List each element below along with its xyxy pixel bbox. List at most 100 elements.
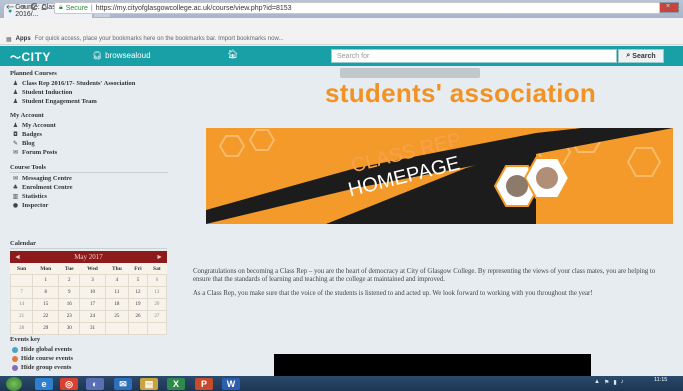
calendar-day[interactable]: 2 [58, 274, 81, 287]
browsealoud-label: browsealoud [105, 51, 151, 60]
events-key-heading: Events key [10, 336, 41, 343]
chrome-icon[interactable]: ◎ [60, 378, 78, 390]
sidebar-item-enrolment-centre[interactable]: ♣ Enrolment Centre [12, 184, 168, 191]
calendar-day[interactable]: 9 [58, 286, 81, 299]
bookmark-star-icon[interactable]: ☆ [664, 3, 672, 13]
back-button[interactable]: ← [6, 2, 14, 13]
calendar-day[interactable]: 15 [32, 298, 60, 311]
calendar-day[interactable]: 14 [9, 298, 34, 311]
sidebar-item-student-induction[interactable]: ♟ Student Induction [12, 89, 168, 96]
reload-button[interactable]: C [30, 2, 37, 13]
sidebar-item-blog[interactable]: ✎ Blog [12, 140, 168, 147]
address-bar[interactable]: 🔒︎ Secure | https://my.cityofglasgowcoll… [54, 2, 660, 14]
sidebar-item-my-account[interactable]: ♟ My Account [12, 122, 168, 129]
day-name: Mon [40, 265, 52, 272]
calendar-day[interactable]: 26 [128, 310, 148, 323]
intro-paragraph-2: As a Class Rep, you make sure that the v… [193, 289, 593, 297]
calendar-day[interactable]: 23 [58, 310, 81, 323]
city-logo[interactable]: 〜CITY [10, 49, 51, 65]
calendar-day[interactable]: 3 [79, 274, 106, 287]
sidebar-item-engagement-team[interactable]: ♟ Student Engagement Team [12, 98, 168, 105]
hide-course-events-link[interactable]: Hide course events [12, 355, 170, 362]
calendar-day[interactable]: 1 [32, 274, 60, 287]
browser-toolbar [0, 18, 683, 35]
calendar-day[interactable]: 10 [79, 286, 106, 299]
calendar: ◄ May 2017 ► Sun Mon Tue Wed Thu Fri Sat… [9, 251, 168, 335]
calendar-grid: Sun Mon Tue Wed Thu Fri Sat 1 2 3 4 5 6 7 8 9 10 1… [9, 263, 168, 335]
search-input[interactable]: Search for [331, 49, 617, 63]
tray-arrow-icon[interactable]: ▲ [594, 379, 600, 386]
calendar-day [9, 274, 34, 287]
calendar-day[interactable]: 16 [58, 298, 81, 311]
calendar-day[interactable]: 17 [79, 298, 106, 311]
browser-menu-icon[interactable]: ⋮ [674, 3, 683, 13]
sidebar-item-messaging-centre[interactable]: ✉ Messaging Centre [12, 175, 168, 182]
association-logo-graphic [340, 68, 480, 78]
home-button[interactable]: ⌂ [41, 2, 47, 13]
hide-global-events-link[interactable]: Hide global events [12, 346, 170, 353]
tray-network-icon[interactable]: ▮ [613, 379, 616, 386]
forward-button[interactable]: → [18, 2, 26, 13]
calendar-heading: Calendar [10, 240, 167, 249]
sidebar-item-badges[interactable]: ◘ Badges [12, 131, 168, 138]
sidebar-item-class-rep[interactable]: ♟ Class Rep 2016/17- Students' Associatio… [12, 80, 168, 87]
excel-icon[interactable]: X [167, 378, 185, 390]
forum-icon: ✉ [12, 149, 19, 156]
enrol-icon: ♣ [12, 184, 19, 191]
calendar-heading-wrap: Calendar [10, 240, 167, 249]
calendar-day[interactable]: 18 [104, 298, 130, 311]
calendar-day[interactable]: 27 [146, 310, 168, 323]
clock-time: 11:15 [654, 377, 668, 383]
tray-flag-icon[interactable]: ⚑ [604, 379, 609, 386]
calendar-day[interactable]: 8 [32, 286, 60, 299]
word-icon[interactable]: W [222, 378, 240, 390]
video-player[interactable] [274, 354, 591, 376]
calendar-day[interactable]: 28 [9, 322, 34, 335]
calendar-day[interactable]: 25 [104, 310, 130, 323]
start-button[interactable] [6, 377, 22, 391]
app-icon[interactable]: ◐ [86, 378, 104, 390]
calendar-day[interactable]: 21 [9, 310, 34, 323]
home-icon[interactable]: 🏠︎ [227, 50, 238, 60]
calendar-day[interactable]: 20 [146, 298, 168, 311]
prev-month-icon[interactable]: ◄ [14, 253, 21, 261]
powerpoint-icon[interactable]: P [195, 378, 213, 390]
calendar-day[interactable]: 5 [128, 274, 148, 287]
global-events-icon [12, 346, 18, 353]
sidebar-item-label: Badges [22, 131, 42, 138]
student-photo-2 [536, 167, 558, 189]
sidebar-item-statistics[interactable]: ▥ Statistics [12, 193, 168, 200]
hide-group-events-link[interactable]: Hide group events [12, 364, 170, 371]
calendar-day[interactable]: 19 [128, 298, 148, 311]
calendar-day [146, 322, 168, 335]
calendar-day[interactable]: 13 [146, 286, 168, 299]
taskbar-clock[interactable]: 11:15 [654, 377, 667, 383]
sidebar-item-label: Student Engagement Team [22, 98, 97, 105]
calendar-day[interactable]: 31 [79, 322, 106, 335]
next-month-icon[interactable]: ► [156, 253, 163, 261]
user-icon: ♟ [12, 122, 19, 129]
lock-icon: 🔒︎ [59, 4, 63, 11]
calendar-day[interactable]: 12 [128, 286, 148, 299]
search-button[interactable]: ⌕ Search [618, 49, 664, 63]
calendar-day[interactable]: 30 [58, 322, 81, 335]
calendar-day[interactable]: 29 [32, 322, 60, 335]
ie-icon[interactable]: e [35, 378, 53, 390]
sidebar-item-forum-posts[interactable]: ✉ Forum Posts [12, 149, 168, 156]
bookmarks-hint: For quick access, place your bookmarks h… [34, 36, 284, 42]
mail-icon[interactable]: ✉ [114, 378, 132, 390]
calendar-day[interactable]: 24 [79, 310, 106, 323]
calendar-day[interactable]: 11 [104, 286, 130, 299]
calendar-day[interactable]: 7 [9, 286, 34, 299]
calendar-month[interactable]: May 2017 [74, 253, 103, 261]
calendar-day[interactable]: 22 [32, 310, 60, 323]
calendar-day[interactable]: 4 [104, 274, 130, 287]
apps-link[interactable]: Apps [16, 36, 31, 42]
tray-volume-icon[interactable]: ♪ [621, 379, 624, 386]
folder-icon[interactable]: ▤ [140, 378, 158, 390]
browsealoud-button[interactable]: 🎧︎ browsealoud [92, 51, 151, 60]
sidebar-item-label: My Account [22, 122, 56, 129]
sidebar-item-inspector[interactable]: ● Inspector [12, 202, 168, 209]
calendar-day[interactable]: 6 [146, 274, 168, 287]
person-icon: ♟ [12, 80, 19, 87]
